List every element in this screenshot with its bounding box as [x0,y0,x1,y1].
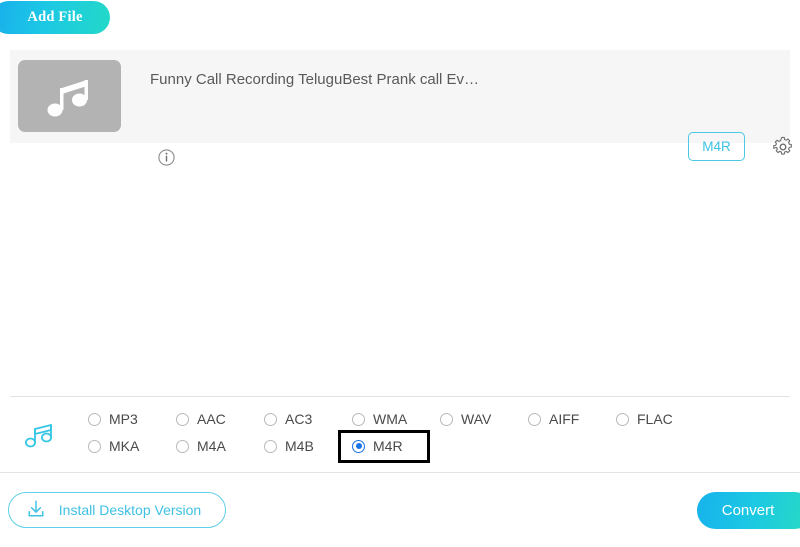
format-option-label: M4R [373,438,403,454]
format-option-wma[interactable]: WMA [352,408,407,430]
music-note-icon [22,419,56,456]
radio-icon[interactable] [264,439,277,453]
format-option-label: AAC [197,411,226,427]
file-thumbnail [18,60,121,132]
install-button-label: Install Desktop Version [58,502,202,518]
format-option-ac3[interactable]: AC3 [264,408,312,430]
format-option-mka[interactable]: MKA [88,435,139,457]
format-option-label: WMA [373,411,408,427]
convert-button[interactable]: Convert [697,492,800,529]
radio-icon[interactable] [440,412,453,426]
info-circle-icon[interactable] [158,149,175,166]
radio-icon[interactable] [616,412,629,426]
format-option-label: MP3 [109,411,138,427]
format-option-aac[interactable]: AAC [176,408,226,430]
download-icon [25,498,47,523]
file-format-badge[interactable]: M4R [688,132,745,161]
format-option-label: M4B [285,438,314,454]
radio-icon[interactable] [88,412,101,426]
install-desktop-version-button[interactable]: Install Desktop Version [8,492,226,528]
format-option-wav[interactable]: WAV [440,408,491,430]
music-note-icon [18,72,121,122]
audio-converter-app: Add File Funny Call Recording TeluguBest… [0,0,800,547]
format-option-label: AC3 [285,411,313,427]
format-option-m4r[interactable]: M4R [352,435,403,457]
format-option-aiff[interactable]: AIFF [528,408,579,430]
radio-icon[interactable] [88,439,101,453]
format-option-m4a[interactable]: M4A [176,435,226,457]
radio-icon[interactable] [352,412,365,426]
format-selector: MP3 AAC AC3 WMA WAV AIFF FLAC MKA M4A M4… [0,397,800,472]
file-title: Funny Call Recording TeluguBest Prank ca… [150,71,480,88]
format-option-label: AIFF [549,411,580,427]
radio-icon[interactable] [176,412,189,426]
format-option-label: WAV [461,411,492,427]
format-option-m4b[interactable]: M4B [264,435,314,457]
radio-icon-selected[interactable] [352,439,365,453]
footer-divider [0,472,800,473]
radio-icon[interactable] [528,412,541,426]
format-option-mp3[interactable]: MP3 [88,408,138,430]
format-option-label: MKA [109,438,140,454]
radio-icon[interactable] [264,412,277,426]
format-option-label: FLAC [637,411,673,427]
add-file-button[interactable]: Add File [0,1,110,34]
format-option-label: M4A [197,438,226,454]
file-row: Funny Call Recording TeluguBest Prank ca… [10,50,792,166]
gear-icon[interactable] [772,136,794,158]
format-option-flac[interactable]: FLAC [616,408,673,430]
radio-icon[interactable] [176,439,189,453]
